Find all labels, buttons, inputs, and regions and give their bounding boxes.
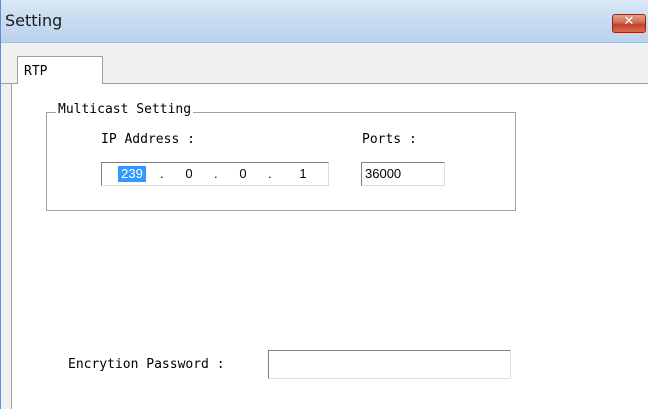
ip-octet-4[interactable]: 1 xyxy=(292,166,314,182)
ports-label: Ports : xyxy=(362,132,417,147)
ip-octet-1[interactable]: 239 xyxy=(118,166,146,182)
close-icon: ✕ xyxy=(623,14,635,29)
ip-dot-2: . xyxy=(214,166,218,181)
settings-window: Setting ✕ RTP Multicast Setting IP Addre… xyxy=(0,0,648,409)
ip-octet-3[interactable]: 0 xyxy=(232,166,254,182)
ip-dot-3: . xyxy=(268,166,272,181)
ip-dot-1: . xyxy=(160,166,164,181)
encryption-password-input[interactable] xyxy=(268,350,511,379)
close-button[interactable]: ✕ xyxy=(612,14,646,33)
ports-value: 36000 xyxy=(365,166,402,181)
encryption-password-label: Encrytion Password : xyxy=(68,357,225,372)
tab-rtp-label: RTP xyxy=(24,64,48,79)
multicast-group-label: Multicast Setting xyxy=(56,102,194,117)
ports-input[interactable]: 36000 xyxy=(361,162,445,186)
ip-address-input[interactable]: 239 . 0 . 0 . 1 xyxy=(101,162,329,186)
title-bar[interactable]: Setting ✕ xyxy=(1,0,648,43)
ip-octet-2[interactable]: 0 xyxy=(178,166,200,182)
window-title: Setting xyxy=(5,11,63,30)
ip-address-label: IP Address : xyxy=(101,132,195,147)
tab-rtp[interactable]: RTP xyxy=(17,56,103,85)
